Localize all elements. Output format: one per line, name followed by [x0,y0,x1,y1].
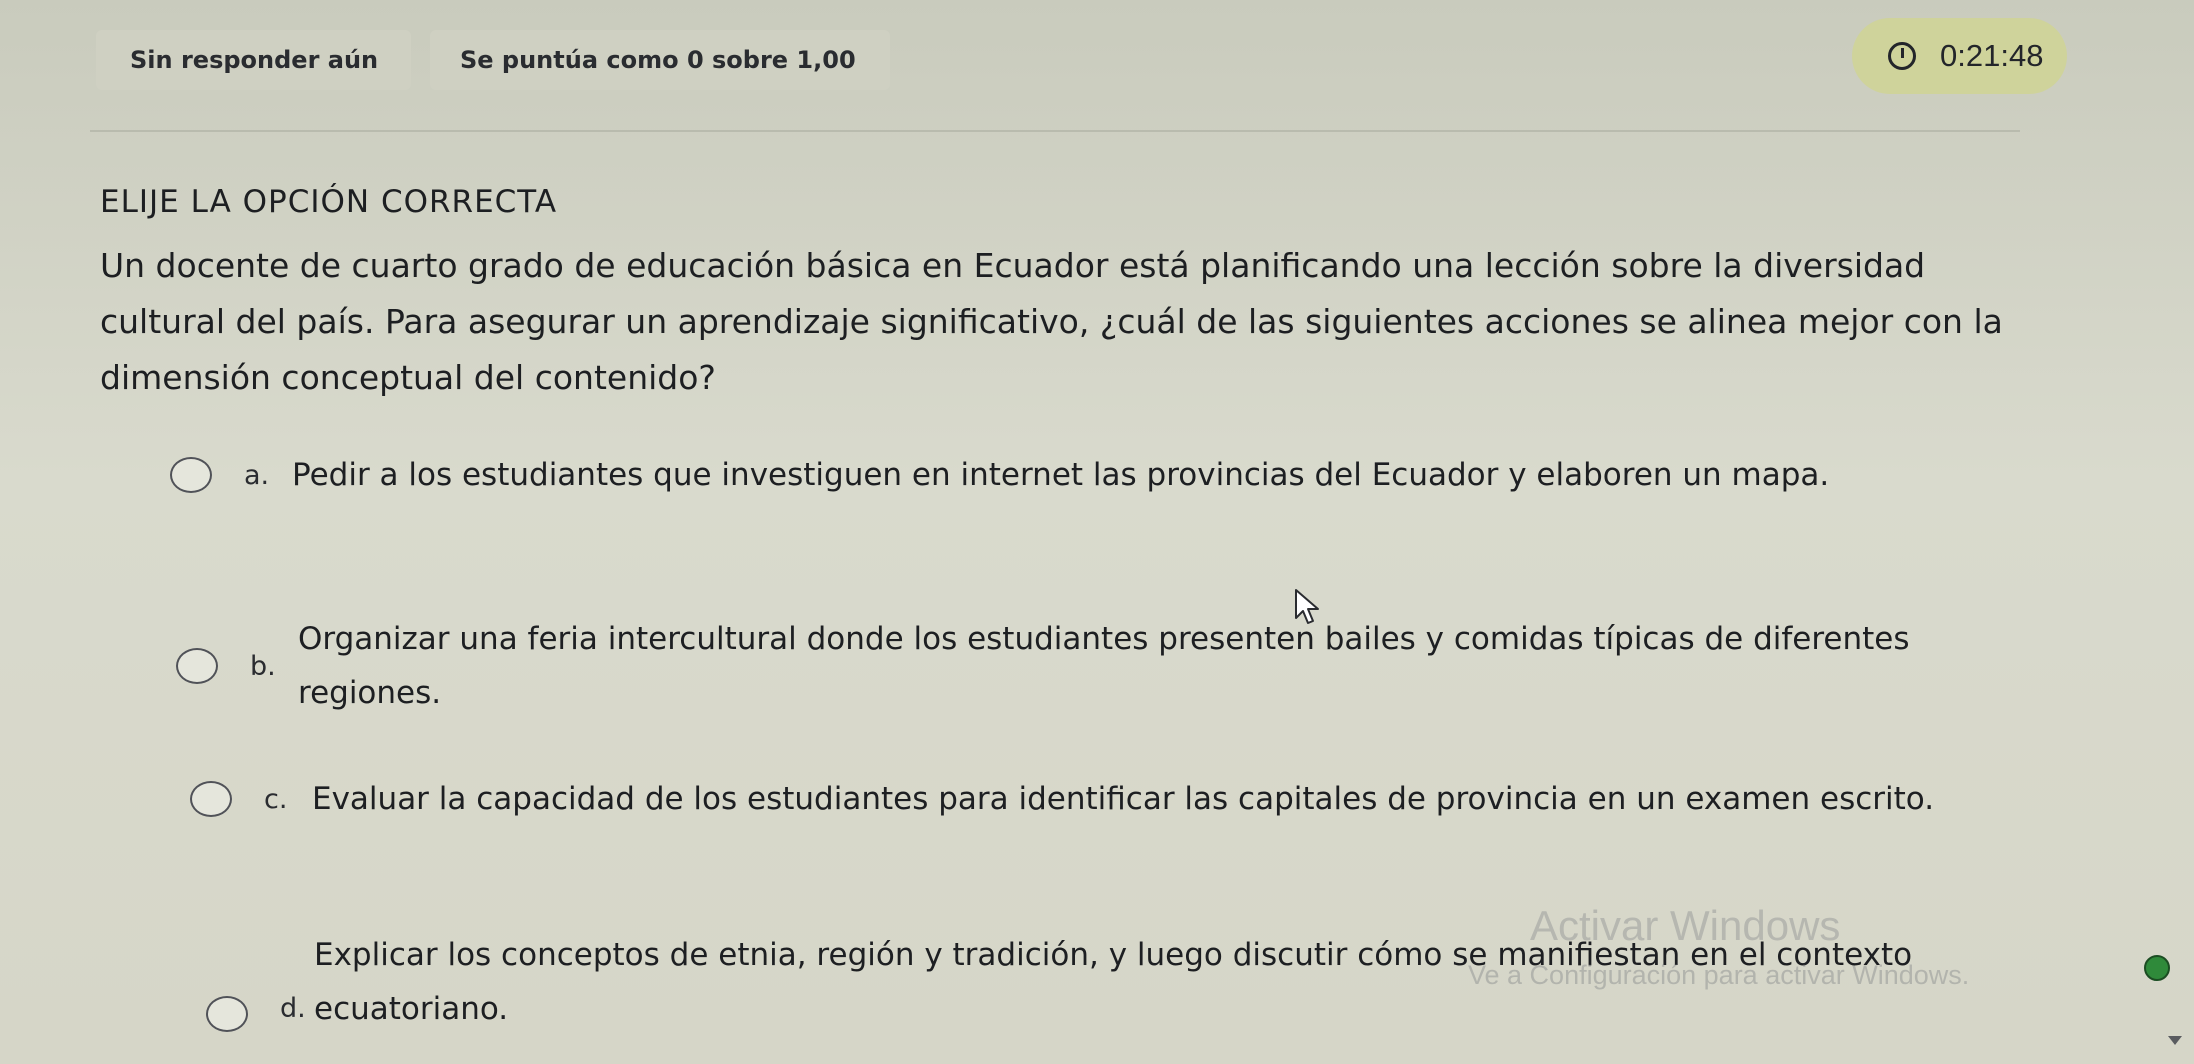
quiz-timer: 0:21:48 [1852,18,2067,94]
radio-button-a[interactable] [170,457,212,493]
answer-option-c[interactable]: c. Evaluar la capacidad de los estudiant… [190,772,2010,826]
question-score-badge: Se puntúa como 0 sobre 1,00 [430,30,890,90]
option-text-c[interactable]: Evaluar la capacidad de los estudiantes … [312,772,1934,826]
clock-icon [1888,42,1916,70]
windows-activation-watermark-title: Activar Windows [1530,902,1841,949]
answer-option-a[interactable]: a. Pedir a los estudiantes que investigu… [170,448,1990,502]
option-letter-c: c. [264,783,288,815]
system-tray-icon[interactable] [2144,955,2170,981]
mouse-pointer-icon [1295,589,1319,624]
question-status-text: Sin responder aún [130,46,379,74]
scroll-down-arrow-icon[interactable] [2168,1036,2182,1045]
question-score-text: Se puntúa como 0 sobre 1,00 [460,46,856,74]
question-status-badge: Sin responder aún [96,30,411,90]
option-text-b[interactable]: Organizar una feria intercultural donde … [298,612,1996,720]
windows-activation-watermark-subtitle: Ve a Configuración para activar Windows. [1468,960,1970,990]
radio-button-c[interactable] [190,781,232,817]
answer-option-b[interactable]: b. Organizar una feria intercultural don… [176,612,1996,720]
option-text-a[interactable]: Pedir a los estudiantes que investiguen … [292,448,1829,502]
timer-value: 0:21:48 [1940,38,2044,73]
option-letter-b: b. [250,650,276,682]
question-text: Un docente de cuarto grado de educación … [100,246,2003,397]
header-divider [90,130,2020,132]
option-letter-a: a. [244,459,270,491]
question-instruction: ELIJE LA OPCIÓN CORRECTA [100,184,558,220]
radio-button-b[interactable] [176,648,218,684]
